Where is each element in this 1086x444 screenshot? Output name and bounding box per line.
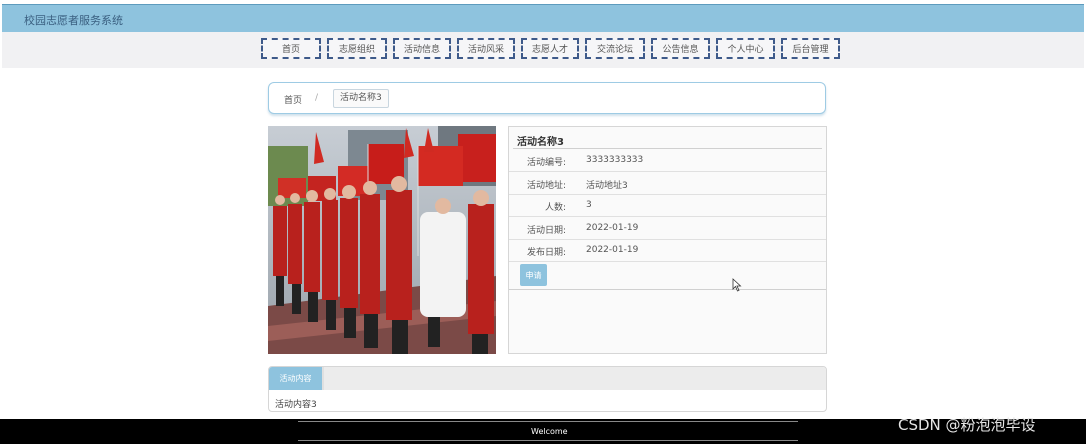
nav-item-home[interactable]: 首页 <box>261 38 321 59</box>
detail-value: 3333333333 <box>586 155 644 165</box>
footer-text: Welcome <box>531 427 568 436</box>
detail-value: 3 <box>586 200 592 210</box>
detail-value: 2022-01-19 <box>586 245 639 255</box>
nav-item-volunteer-orgs[interactable]: 志愿组织 <box>327 38 387 59</box>
detail-label: 活动地址: <box>526 181 566 191</box>
detail-value: 活动地址3 <box>586 181 628 191</box>
detail-row-activity-address: 活动地址: 活动地址3 <box>509 172 826 195</box>
mouse-cursor-icon <box>732 278 742 292</box>
nav-item-volunteer-talents[interactable]: 志愿人才 <box>521 38 579 59</box>
nav-item-activity-gallery[interactable]: 活动风采 <box>457 38 515 59</box>
detail-row-activity-number: 活动编号: 3333333333 <box>509 149 826 172</box>
nav-item-announcements[interactable]: 公告信息 <box>651 38 710 59</box>
nav-item-admin[interactable]: 后台管理 <box>781 38 840 59</box>
divider <box>298 440 798 441</box>
detail-label: 活动日期: <box>526 226 566 236</box>
content-tab-bar: 活动内容 <box>269 367 826 390</box>
breadcrumb: 首页 / 活动名称3 <box>268 82 826 114</box>
activity-photo <box>268 126 496 354</box>
watermark: CSDN @粉泡泡毕设 <box>898 416 1036 434</box>
volunteer-group-photo-icon <box>268 126 496 354</box>
detail-row-headcount: 人数: 3 <box>509 194 826 217</box>
divider <box>509 289 826 290</box>
header-bar: 校园志愿者服务系统 <box>2 4 1084 32</box>
breadcrumb-current: 活动名称3 <box>333 89 389 108</box>
main-nav: 首页 志愿组织 活动信息 活动风采 志愿人才 交流论坛 公告信息 个人中心 后台… <box>2 32 1084 68</box>
detail-label: 人数: <box>544 203 566 213</box>
nav-item-personal-center[interactable]: 个人中心 <box>716 38 775 59</box>
site-title[interactable]: 校园志愿者服务系统 <box>24 12 123 28</box>
detail-label: 发布日期: <box>526 248 566 258</box>
detail-value: 2022-01-19 <box>586 223 639 233</box>
breadcrumb-separator: / <box>315 93 319 103</box>
detail-row-activity-date: 活动日期: 2022-01-19 <box>509 217 826 240</box>
nav-item-forum[interactable]: 交流论坛 <box>585 38 645 59</box>
nav-items: 首页 志愿组织 活动信息 活动风采 志愿人才 交流论坛 公告信息 个人中心 后台… <box>261 38 840 59</box>
divider <box>298 421 798 422</box>
detail-label: 活动编号: <box>526 158 566 168</box>
activity-title: 活动名称3 <box>517 137 564 148</box>
nav-item-activity-info[interactable]: 活动信息 <box>393 38 451 59</box>
activity-content-text: 活动内容3 <box>275 400 317 410</box>
activity-content-panel: 活动内容 活动内容3 <box>268 366 827 412</box>
apply-button[interactable]: 申请 <box>520 264 547 286</box>
activity-detail-panel: 活动名称3 活动编号: 3333333333 活动地址: 活动地址3 人数: 3… <box>508 126 827 354</box>
top-header: 校园志愿者服务系统 <box>0 0 1086 32</box>
breadcrumb-home[interactable]: 首页 <box>284 93 302 106</box>
detail-row-publish-date: 发布日期: 2022-01-19 <box>509 239 826 262</box>
tab-activity-content[interactable]: 活动内容 <box>269 367 322 390</box>
